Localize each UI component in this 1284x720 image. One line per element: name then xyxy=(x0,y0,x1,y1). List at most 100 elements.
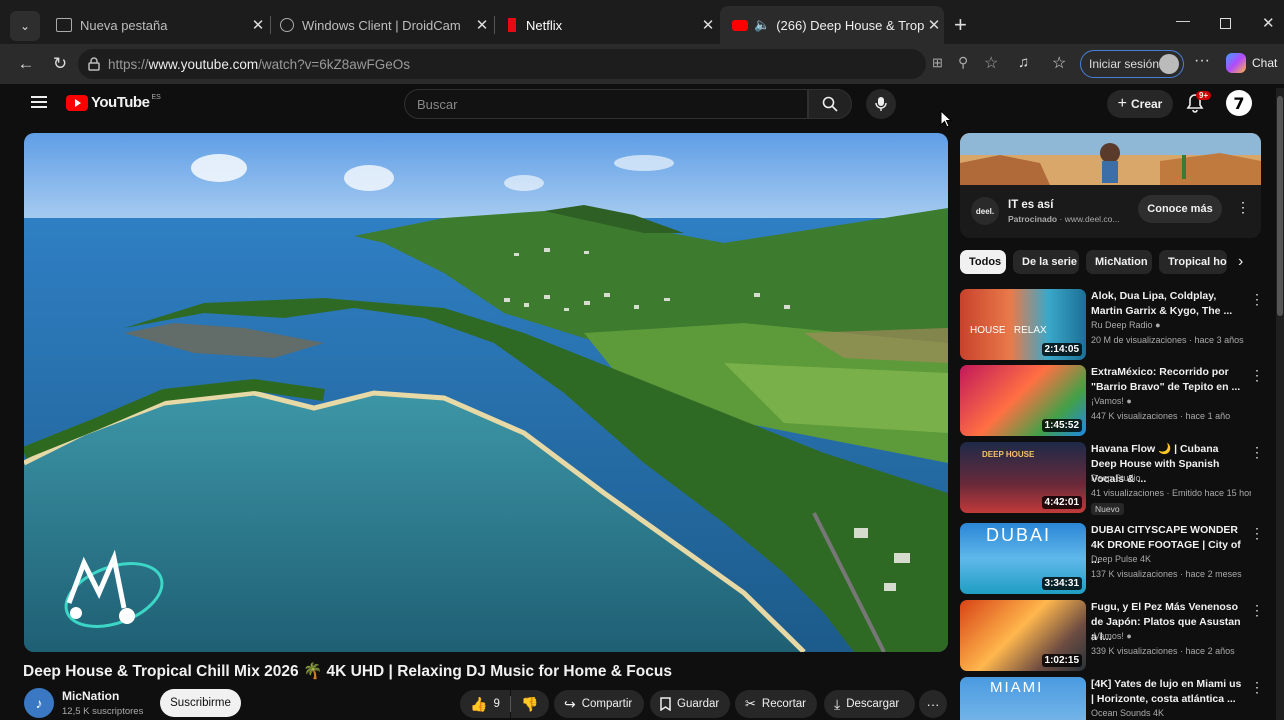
scrollbar-thumb[interactable] xyxy=(1277,96,1283,316)
page-icon xyxy=(56,18,72,32)
copilot-button[interactable]: Chat xyxy=(1226,53,1277,73)
video-thumbnail[interactable]: MIAMI xyxy=(960,677,1086,720)
chips-next-icon[interactable]: › xyxy=(1238,253,1243,271)
video-title: Deep House & Tropical Chill Mix 2026 🌴 4… xyxy=(23,663,672,680)
extensions-icon[interactable]: ♫ xyxy=(1018,54,1029,71)
bookmark-icon xyxy=(660,697,671,711)
more-vertical-icon[interactable]: ⋮ xyxy=(1250,291,1264,308)
more-vertical-icon[interactable]: ⋮ xyxy=(1250,602,1264,619)
list-item[interactable]: 1:45:52 ExtraMéxico: Recorrido por "Barr… xyxy=(960,365,1264,437)
close-icon[interactable]: ✕ xyxy=(698,16,718,34)
duration-badge: 2:14:05 xyxy=(1041,343,1082,356)
video-player[interactable] xyxy=(24,133,948,652)
youtube-icon xyxy=(732,19,748,31)
video-thumbnail[interactable]: 1:02:15 xyxy=(960,600,1086,671)
new-tab-button[interactable]: + xyxy=(954,14,967,36)
search-button[interactable] xyxy=(808,89,852,119)
minimize-button[interactable]: — xyxy=(1176,12,1190,28)
chip-series[interactable]: De la serie xyxy=(1013,250,1079,274)
search-input[interactable]: Buscar xyxy=(404,89,808,119)
subscriber-count: 12,5 K suscriptores xyxy=(62,706,144,717)
ad-menu-icon[interactable]: ⋮ xyxy=(1236,199,1250,216)
address-bar[interactable]: https://www.youtube.com/watch?v=6kZ8awFG… xyxy=(78,49,998,79)
netflix-icon xyxy=(508,18,516,32)
thumbs-up-icon: 👍 xyxy=(470,695,488,712)
search-icon xyxy=(822,96,838,112)
tab-new-tab[interactable]: Nueva pestaña ✕ xyxy=(44,6,268,44)
more-actions-button[interactable]: ··· xyxy=(919,690,947,718)
like-count: 9 xyxy=(493,698,500,710)
list-item[interactable]: DUBAI 3:34:31 DUBAI CITYSCAPE WONDER 4K … xyxy=(960,523,1264,595)
clip-button[interactable]: ✂ Recortar xyxy=(735,690,817,718)
youtube-logo[interactable]: YouTube ES xyxy=(66,94,161,111)
ad-cta-button[interactable]: Conoce más xyxy=(1138,195,1222,223)
video-thumbnail[interactable]: DUBAI 3:34:31 xyxy=(960,523,1086,594)
more-vertical-icon[interactable]: ⋮ xyxy=(1250,367,1264,384)
signin-label: Iniciar sesión xyxy=(1089,57,1160,71)
lock-icon xyxy=(88,57,100,71)
ad-sponsored: Patrocinado · www.deel.co... xyxy=(1008,214,1120,224)
tab-strip: ⌄ Nueva pestaña ✕ Windows Client | Droid… xyxy=(0,0,1284,44)
favorites-icon[interactable]: ☆ xyxy=(1052,53,1066,73)
like-button[interactable]: 👍 9 xyxy=(460,690,510,718)
close-window-button[interactable]: ✕ xyxy=(1262,14,1275,32)
subscribe-button[interactable]: Suscribirme xyxy=(160,689,241,717)
chip-micnation[interactable]: MicNation xyxy=(1086,250,1152,274)
sponsored-ad[interactable]: deel. IT es así Patrocinado · www.deel.c… xyxy=(960,133,1261,238)
maximize-button[interactable] xyxy=(1220,18,1231,29)
close-icon[interactable]: ✕ xyxy=(472,16,492,34)
video-title: ExtraMéxico: Recorrido por "Barrio Bravo… xyxy=(1091,366,1241,393)
more-vertical-icon[interactable]: ⋮ xyxy=(1250,679,1260,696)
tab-youtube[interactable]: 🔈 (266) Deep House & Tropical ✕ xyxy=(720,6,944,44)
close-icon[interactable]: ✕ xyxy=(248,16,268,34)
avatar-glyph-icon: 7 xyxy=(1233,93,1245,113)
account-avatar[interactable]: 7 xyxy=(1226,90,1252,116)
back-button[interactable]: ← xyxy=(14,52,38,76)
signin-button[interactable]: Iniciar sesión xyxy=(1080,50,1184,78)
favorite-star-icon[interactable]: ☆ xyxy=(984,53,998,73)
zoom-icon[interactable]: ⚲ xyxy=(958,54,968,71)
tab-actions-button[interactable]: ⌄ xyxy=(10,11,40,41)
ad-banner-image xyxy=(960,133,1261,185)
verified-icon: ● xyxy=(1126,631,1132,641)
list-item[interactable]: HOUSE RELAX 2:14:05 Alok, Dua Lipa, Cold… xyxy=(960,289,1264,361)
url-text: https://www.youtube.com/watch?v=6kZ8awFG… xyxy=(108,56,411,72)
video-thumbnail[interactable]: 1:45:52 xyxy=(960,365,1086,436)
chip-all[interactable]: Todos xyxy=(960,250,1006,274)
speaker-icon[interactable]: 🔈 xyxy=(754,17,770,33)
download-button[interactable]: ⤓ Descargar xyxy=(824,690,915,718)
list-item[interactable]: MIAMI [4K] Yates de lujo en Miami us | H… xyxy=(960,677,1260,720)
video-meta: 447 K visualizaciones · hace 1 año xyxy=(1091,411,1231,421)
new-badge: Nuevo xyxy=(1091,503,1124,515)
tab-droidcam[interactable]: Windows Client | DroidCam ✕ xyxy=(268,6,492,44)
more-vertical-icon[interactable]: ⋮ xyxy=(1250,525,1264,542)
avatar-icon xyxy=(1159,54,1179,74)
list-item[interactable]: 1:02:15 Fugu, y El Pez Más Venenoso de J… xyxy=(960,600,1264,672)
create-button[interactable]: + Crear xyxy=(1107,90,1173,118)
duration-badge: 4:42:01 xyxy=(1041,496,1082,509)
tab-netflix[interactable]: Netflix ✕ xyxy=(496,6,718,44)
create-label: Crear xyxy=(1130,97,1163,111)
more-icon[interactable]: ··· xyxy=(1194,52,1210,70)
voice-search-button[interactable] xyxy=(866,89,896,119)
notifications-button[interactable]: 9+ xyxy=(1186,91,1212,118)
chevron-down-icon: ⌄ xyxy=(19,19,31,33)
duration-badge: 1:02:15 xyxy=(1041,654,1082,667)
more-vertical-icon[interactable]: ⋮ xyxy=(1250,444,1264,461)
channel-avatar[interactable]: ♪ xyxy=(24,688,54,718)
video-thumbnail[interactable]: HOUSE RELAX 2:14:05 xyxy=(960,289,1086,360)
app-available-icon[interactable]: ⊞ xyxy=(932,55,943,71)
channel-name[interactable]: MicNation xyxy=(62,689,119,703)
list-item[interactable]: DEEP HOUSE 4:42:01 Havana Flow 🌙 | Cuban… xyxy=(960,442,1264,515)
dislike-button[interactable]: 👎 xyxy=(511,690,549,718)
more-horizontal-icon: ··· xyxy=(926,696,940,712)
reload-button[interactable]: ↻ xyxy=(48,52,72,76)
thumbs-down-icon: 👎 xyxy=(521,695,539,712)
menu-icon[interactable] xyxy=(31,96,47,108)
close-icon[interactable]: ✕ xyxy=(924,16,944,34)
save-button[interactable]: Guardar xyxy=(650,690,730,718)
youtube-play-icon xyxy=(66,94,88,111)
chip-tropical[interactable]: Tropical ho xyxy=(1159,250,1227,274)
video-thumbnail[interactable]: DEEP HOUSE 4:42:01 xyxy=(960,442,1086,513)
share-button[interactable]: ↪ Compartir xyxy=(554,690,644,718)
